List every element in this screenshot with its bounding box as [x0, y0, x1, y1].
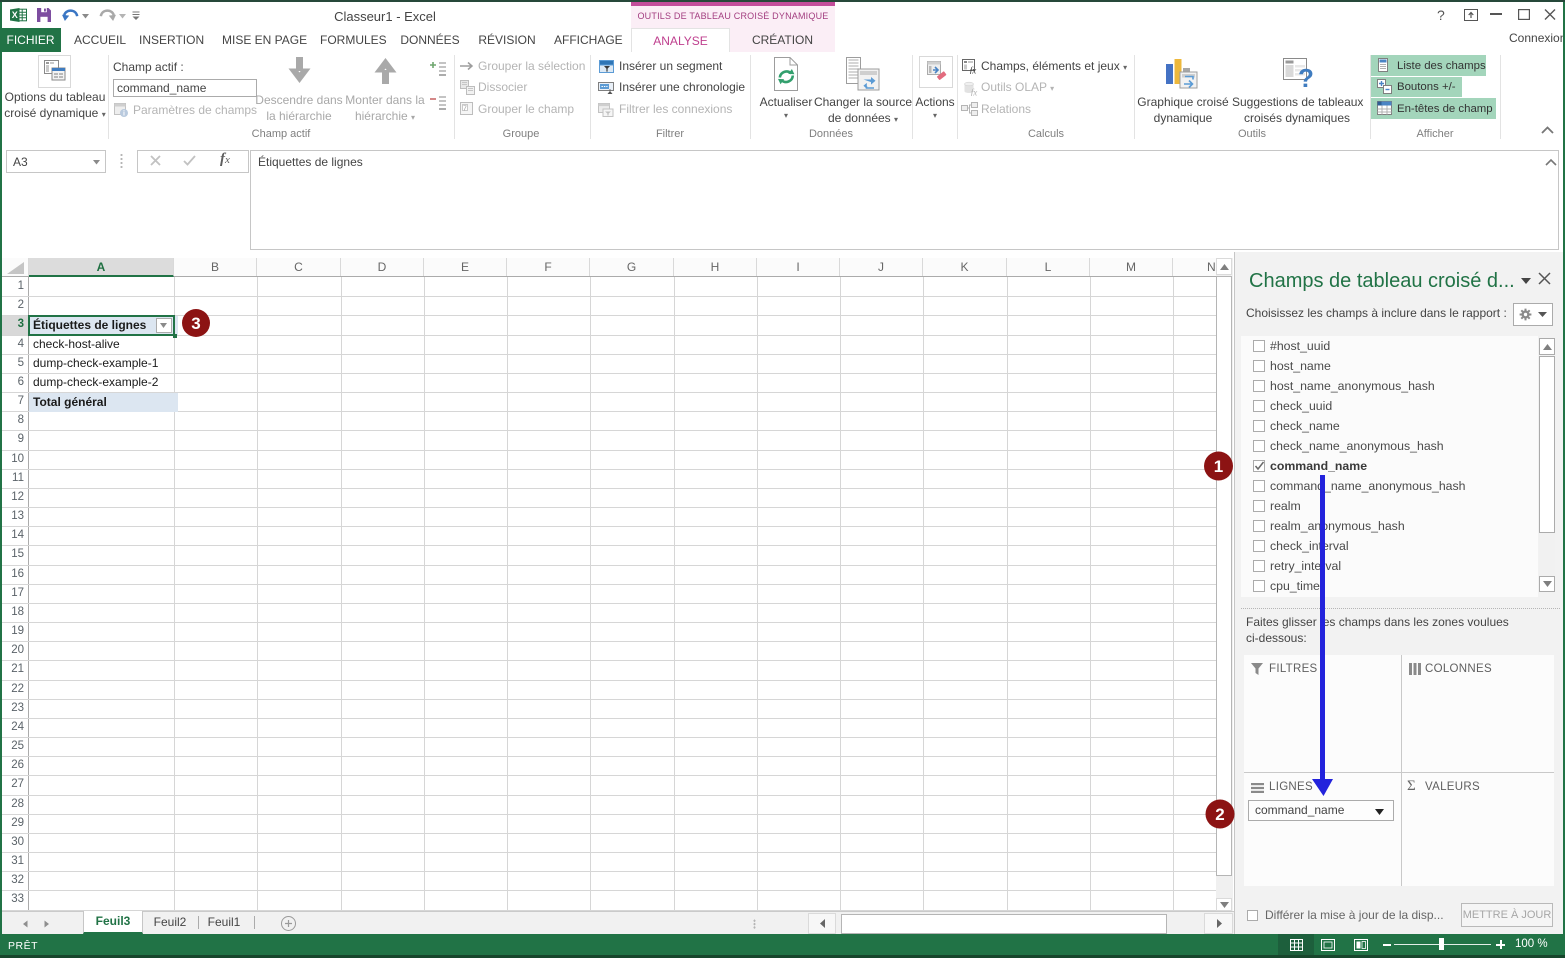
svg-text:3: 3: [191, 314, 200, 333]
svg-text:1: 1: [1214, 457, 1223, 476]
svg-text:2: 2: [1215, 805, 1224, 824]
